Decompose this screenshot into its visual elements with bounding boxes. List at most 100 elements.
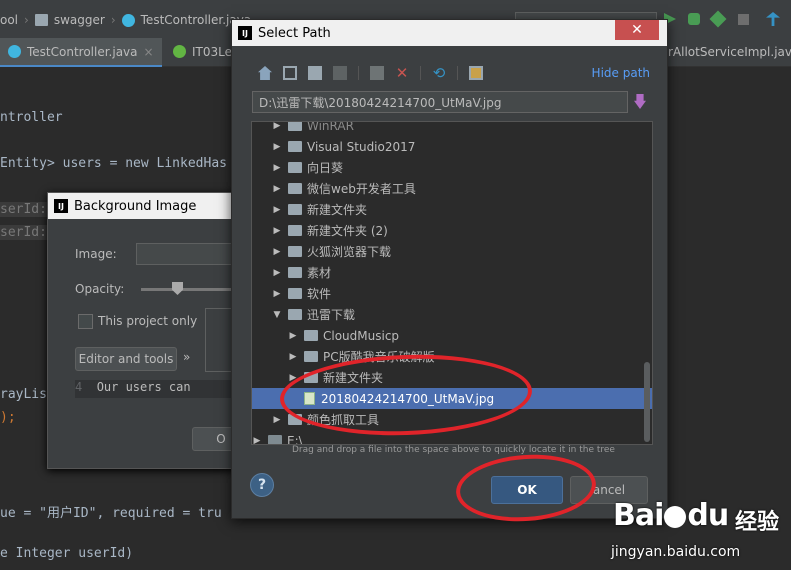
more-chevron-icon[interactable]: » — [183, 350, 190, 364]
breadcrumb-separator: › — [110, 13, 116, 27]
move-icon[interactable] — [370, 66, 384, 80]
class-icon — [121, 13, 135, 27]
expand-arrow-icon[interactable]: ▶ — [272, 163, 282, 173]
folder-icon — [288, 122, 302, 131]
dialog-titlebar: IJ Select Path ✕ — [232, 20, 667, 46]
breadcrumb-item[interactable]: ool — [0, 13, 18, 27]
breadcrumb-item[interactable]: swagger — [54, 13, 105, 27]
folder-icon — [288, 246, 302, 257]
toolbar-divider — [457, 66, 458, 80]
tab-label: IT03Le — [192, 44, 232, 59]
expand-arrow-icon[interactable]: ▶ — [272, 226, 282, 236]
tab-label: rAllotServiceImpl.java — [668, 44, 791, 59]
new-folder-icon[interactable] — [308, 66, 322, 80]
preview-code: 4 Our users can — [75, 380, 247, 398]
toolbar-divider — [420, 66, 421, 80]
breadcrumb-separator: › — [24, 13, 29, 27]
tab-label: TestController.java — [27, 44, 138, 59]
expand-arrow-icon[interactable]: ▶ — [272, 289, 282, 299]
opacity-label: Opacity: — [75, 282, 125, 296]
expand-arrow-icon[interactable]: ▶ — [272, 122, 282, 131]
tree-item-label: 软件 — [307, 287, 332, 301]
expand-arrow-icon[interactable]: ▶ — [252, 436, 262, 445]
tree-folder-row[interactable]: ▶ CloudMusicp — [252, 325, 652, 346]
desktop-icon[interactable] — [283, 66, 297, 80]
folder-icon — [304, 330, 318, 341]
folder-icon — [288, 141, 302, 152]
tree-folder-row[interactable]: ▶ 素材 — [252, 262, 652, 283]
tree-folder-row[interactable]: ▶ Visual Studio2017 — [252, 136, 652, 157]
dialog-toolbar: ✕ ⟲ — [258, 66, 483, 81]
hide-path-link[interactable]: Hide path — [592, 66, 650, 80]
breadcrumb: ool › swagger › TestController.java — [0, 13, 251, 27]
code-line: ntroller — [0, 110, 63, 125]
tab-testcontroller[interactable]: TestController.java × — [0, 38, 162, 67]
tree-row[interactable]: ▶ WinRAR — [252, 122, 652, 136]
tree-folder-row[interactable]: ▶ 火狐浏览器下载 — [252, 241, 652, 262]
dialog-title: Background Image — [74, 198, 197, 214]
folder-icon — [288, 309, 302, 320]
tree-folder-row[interactable]: ▶ 微信web开发者工具 — [252, 178, 652, 199]
dialog-titlebar: IJ Background Image — [48, 193, 248, 219]
close-icon: ✕ — [631, 22, 643, 38]
tree-item-label: E:\ — [287, 433, 303, 445]
opacity-slider-thumb[interactable] — [172, 282, 183, 295]
expand-arrow-icon[interactable]: ▶ — [288, 331, 298, 341]
tree-item-label: 微信web开发者工具 — [307, 182, 416, 196]
tree-folder-row[interactable]: ▼ 迅雷下载 — [252, 304, 652, 325]
folder-icon — [288, 204, 302, 215]
this-project-only-checkbox[interactable] — [78, 314, 93, 329]
new-folder-disabled-icon — [333, 66, 347, 80]
intellij-icon: IJ — [238, 26, 252, 40]
code-line: ); — [0, 410, 16, 425]
debug-icon[interactable] — [688, 13, 700, 25]
folder-icon — [288, 288, 302, 299]
folder-icon — [288, 267, 302, 278]
tree-item-label: 新建文件夹 (2) — [307, 224, 388, 238]
code-line: Entity> users = new LinkedHas — [0, 156, 227, 171]
collapse-arrow-icon[interactable]: ▼ — [272, 310, 282, 320]
path-input[interactable]: D:\迅雷下载\20180424214700_UtMaV.jpg — [252, 91, 628, 113]
tree-item-label: 新建文件夹 — [307, 203, 368, 217]
image-label: Image: — [75, 247, 117, 261]
paw-icon — [664, 505, 687, 528]
tab-allot-service[interactable]: rAllotServiceImpl.java — [660, 38, 791, 65]
this-project-only-label: This project only — [98, 314, 198, 328]
expand-arrow-icon[interactable]: ▶ — [272, 184, 282, 194]
expand-arrow-icon[interactable]: ▶ — [272, 142, 282, 152]
tree-folder-row[interactable]: ▶ E:\ — [252, 430, 636, 445]
expand-arrow-icon[interactable]: ▶ — [272, 415, 282, 425]
tree-item-label: 向日葵 — [307, 161, 344, 175]
folder-icon — [288, 183, 302, 194]
expand-arrow-icon[interactable]: ▶ — [272, 268, 282, 278]
baidu-watermark: Bai du 经验 jingyan.baidu.com — [605, 478, 791, 570]
background-image-dialog: IJ Background Image Image: Opacity: This… — [47, 192, 250, 469]
tree-folder-row[interactable]: ▶ 新建文件夹 (2) — [252, 220, 652, 241]
tree-item-label: 火狐浏览器下载 — [307, 245, 392, 259]
close-button[interactable]: ✕ — [615, 20, 659, 40]
close-tab-icon[interactable]: × — [144, 45, 154, 59]
help-button[interactable]: ? — [250, 473, 274, 497]
interface-icon — [173, 45, 186, 58]
watermark-brand: Bai du — [613, 498, 729, 533]
home-icon[interactable] — [258, 66, 272, 80]
code-line: ue = "用户ID", required = tru — [0, 506, 222, 521]
folder-icon — [288, 162, 302, 173]
stop-icon[interactable] — [738, 14, 749, 25]
expand-arrow-icon[interactable]: ▶ — [272, 247, 282, 257]
class-icon — [8, 45, 21, 58]
expand-arrow-icon[interactable]: ▶ — [272, 205, 282, 215]
refresh-icon[interactable]: ⟲ — [432, 66, 446, 81]
delete-icon[interactable]: ✕ — [395, 66, 409, 81]
expand-arrow-icon[interactable]: ▶ — [288, 352, 298, 362]
folder-icon — [304, 351, 318, 362]
tree-scrollbar[interactable] — [644, 362, 650, 442]
editor-and-tools-button[interactable]: Editor and tools — [75, 347, 177, 371]
tree-item-label: 素材 — [307, 266, 332, 280]
show-hidden-icon[interactable] — [469, 66, 483, 80]
tree-folder-row[interactable]: ▶ 新建文件夹 — [252, 199, 652, 220]
tab-it03le[interactable]: IT03Le — [165, 38, 240, 65]
tree-folder-row[interactable]: ▶ 软件 — [252, 283, 652, 304]
tree-folder-row[interactable]: ▶ 向日葵 — [252, 157, 652, 178]
history-icon[interactable] — [634, 94, 646, 109]
